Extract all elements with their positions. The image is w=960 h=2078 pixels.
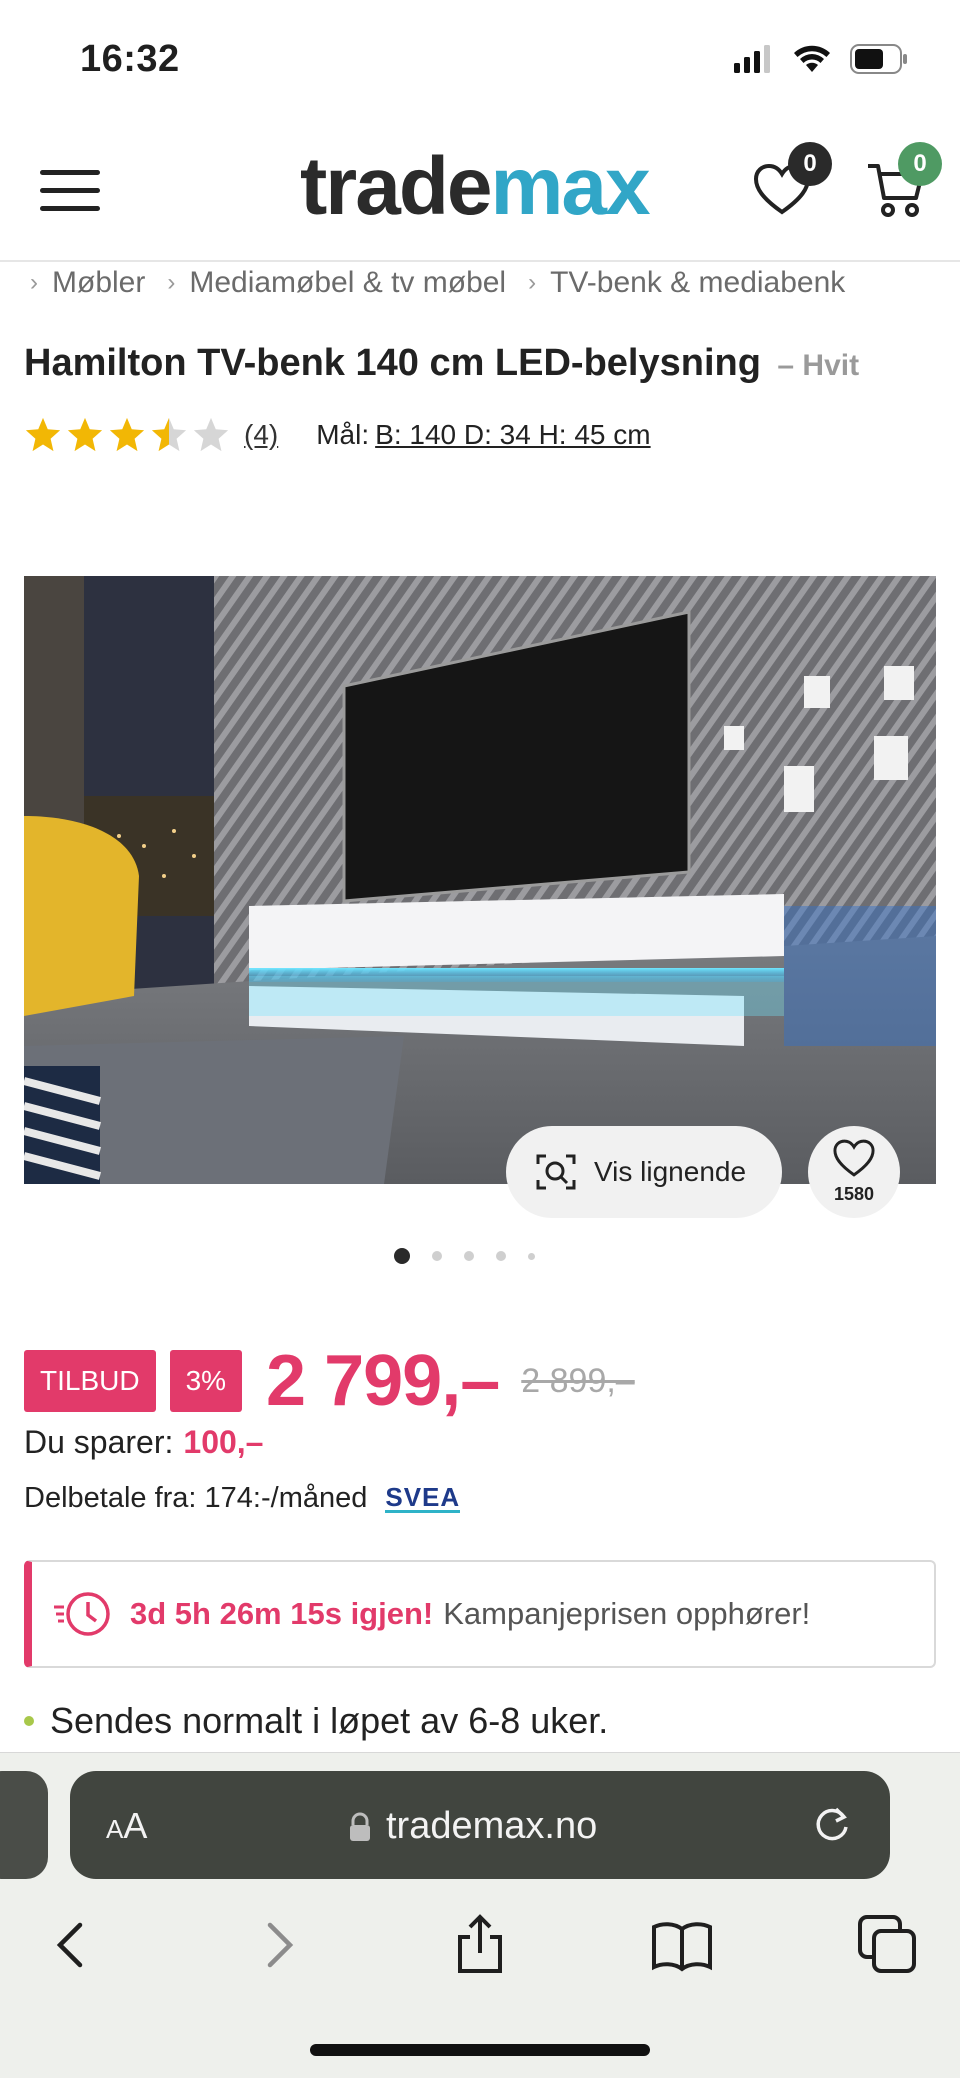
favorite-button[interactable]: 1580 <box>808 1126 900 1218</box>
breadcrumb-item-mediamobel[interactable]: Mediamøbel & tv møbel <box>189 266 506 300</box>
offer-tag: TILBUD <box>24 1350 156 1412</box>
product-photo <box>24 576 936 1184</box>
url-display[interactable]: trademax.no <box>348 1805 597 1848</box>
gallery-pagination <box>394 1248 535 1264</box>
star-half-icon <box>151 417 187 452</box>
shipping-info: Sendes normalt i løpet av 6-8 uker. <box>24 1700 608 1742</box>
product-title: Hamilton TV-benk 140 cm LED-belysning <box>24 342 761 384</box>
menu-button[interactable] <box>40 170 100 212</box>
battery-icon <box>850 44 907 74</box>
show-similar-button[interactable]: Vis lignende <box>506 1126 782 1218</box>
price-row: TILBUD 3% 2 799,– 2 899,– <box>24 1340 635 1422</box>
signal-icon <box>734 45 770 73</box>
back-icon[interactable] <box>40 1913 104 1977</box>
bookmarks-icon[interactable] <box>650 1913 714 1977</box>
campaign-countdown: 3d 5h 26m 15s igjen! <box>130 1596 434 1631</box>
status-time: 16:32 <box>80 38 180 80</box>
clock-icon <box>54 1592 110 1636</box>
heart-icon <box>833 1139 875 1177</box>
shipping-text: Sendes normalt i løpet av 6-8 uker. <box>50 1700 609 1741</box>
campaign-text: Kampanjeprisen opphører! <box>443 1596 811 1631</box>
rating-row: (4) Mål: B: 140 D: 34 H: 45 cm <box>24 416 651 454</box>
breadcrumb-item-tv-benk[interactable]: TV-benk & mediabenk <box>550 266 845 300</box>
chevron-right-icon: › <box>167 269 176 296</box>
address-bar[interactable]: AA trademax.no <box>70 1771 890 1879</box>
gallery-dot-4[interactable] <box>496 1251 506 1261</box>
product-title-row: Hamilton TV-benk 140 cm LED-belysning – … <box>24 342 859 385</box>
rating-stars[interactable] <box>24 416 230 454</box>
tabs-icon[interactable] <box>856 1913 920 1977</box>
discount-tag: 3% <box>169 1350 243 1412</box>
reader-settings-button[interactable]: AA <box>106 1805 147 1847</box>
forward-icon[interactable] <box>246 1913 310 1977</box>
home-indicator <box>310 2044 650 2056</box>
review-count-link[interactable]: (4) <box>244 419 278 451</box>
svea-logo: SVEA <box>385 1482 461 1513</box>
visual-search-icon <box>536 1154 576 1190</box>
hamburger-icon <box>40 170 100 175</box>
savings-label: Du sparer: <box>24 1424 174 1460</box>
previous-tab-peek[interactable] <box>0 1771 48 1879</box>
campaign-banner: 3d 5h 26m 15s igjen! Kampanjeprisen opph… <box>24 1560 936 1668</box>
savings-row: Du sparer: 100,– <box>24 1424 263 1461</box>
gallery-dot-2[interactable] <box>432 1251 442 1261</box>
dimensions-label: Mål: <box>316 419 370 450</box>
star-full-icon <box>109 417 145 452</box>
status-bar: 16:32 <box>0 0 960 120</box>
show-similar-label: Vis lignende <box>594 1156 747 1187</box>
lock-icon <box>350 1812 370 1841</box>
favorites-count: 1580 <box>833 1184 875 1204</box>
current-price: 2 799,– <box>266 1341 500 1421</box>
gallery-dot-1[interactable] <box>394 1248 410 1264</box>
bullet-icon <box>24 1716 34 1726</box>
browser-toolbar: AA trademax.no <box>0 1752 960 2078</box>
cart-count-badge: 0 <box>898 142 942 186</box>
star-empty-icon <box>193 417 229 452</box>
reload-icon[interactable] <box>810 1803 854 1847</box>
savings-value: 100,– <box>183 1424 264 1460</box>
star-full-icon <box>67 417 103 452</box>
wifi-icon <box>794 45 830 72</box>
trademax-logo[interactable]: trademax <box>300 140 651 234</box>
site-header: trademax 0 0 <box>0 120 960 262</box>
share-icon[interactable] <box>448 1913 512 1977</box>
chevron-right-icon: › <box>30 269 38 296</box>
status-icons <box>734 44 910 74</box>
gallery-dot-3[interactable] <box>464 1251 474 1261</box>
breadcrumb-item-mobler[interactable]: Møbler <box>52 266 145 300</box>
old-price: 2 899,– <box>521 1361 635 1400</box>
breadcrumb: › Møbler › Mediamøbel & tv møbel › TV-be… <box>22 262 960 304</box>
wishlist-count-badge: 0 <box>788 142 832 186</box>
product-variant: – Hvit <box>777 349 860 382</box>
gallery-dot-5[interactable] <box>528 1252 535 1260</box>
installment-text: Delbetale fra: 174:-/måned <box>24 1482 368 1514</box>
chevron-right-icon: › <box>528 269 537 296</box>
dimensions-link[interactable]: B: 140 D: 34 H: 45 cm <box>375 419 650 451</box>
url-text: trademax.no <box>386 1805 598 1847</box>
installment-row[interactable]: Delbetale fra: 174:-/måned SVEA <box>24 1482 461 1515</box>
product-image[interactable] <box>24 576 936 1184</box>
star-full-icon <box>25 417 61 452</box>
browser-nav-bar <box>0 1903 960 1993</box>
